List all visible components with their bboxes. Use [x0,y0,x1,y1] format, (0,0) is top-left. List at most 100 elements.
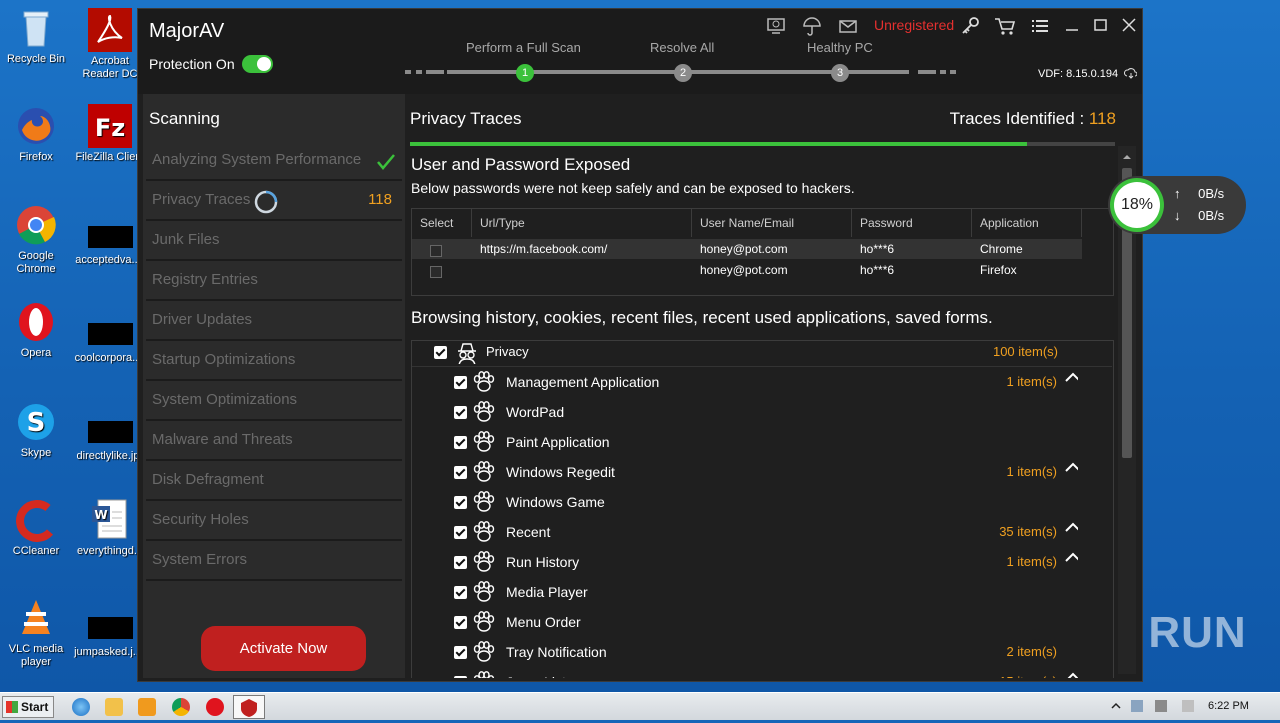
desktop-icon-ccleaner[interactable]: CCleaner [0,498,74,558]
sidebar-item-disk-defragment[interactable]: Disk Defragment [146,463,402,501]
col-application[interactable]: Application [972,209,1082,237]
table-row[interactable]: https://m.facebook.com/ honey@pot.com ho… [412,239,1082,259]
collapse-caret-icon[interactable] [1064,461,1078,475]
sidebar-item-malware-threats[interactable]: Malware and Threats [146,423,402,461]
taskbar: Start 6:22 PM [0,692,1280,720]
tree-checkbox[interactable] [454,676,467,678]
sidebar-item-junk-files[interactable]: Junk Files [146,223,402,261]
scan-screen-icon[interactable] [766,16,786,41]
scroll-up-icon[interactable] [1118,150,1136,164]
tree-item[interactable]: Media Player [412,577,1112,607]
network-tray-icon[interactable] [1131,700,1143,712]
unregistered-link[interactable]: Unregistered [874,17,954,33]
desktop-icon-chrome[interactable]: Google Chrome [0,203,74,276]
chrome-taskbar-icon[interactable] [172,698,190,716]
tree-item-label: Paint Application [506,434,610,450]
collapse-caret-icon[interactable] [1064,371,1078,385]
table-row[interactable]: honey@pot.com ho***6 Firefox [412,260,1082,280]
sidebar-item-analyzing-performance[interactable]: Analyzing System Performance [146,143,402,181]
collapse-caret-icon[interactable] [1064,521,1078,535]
tree-item[interactable]: WordPad [412,397,1112,427]
row-checkbox[interactable] [430,264,442,284]
activate-now-button[interactable]: Activate Now [201,626,366,671]
sidebar-item-security-holes[interactable]: Security Holes [146,503,402,541]
col-url[interactable]: Url/Type [472,209,692,237]
sidebar-item-system-errors[interactable]: System Errors [146,543,402,581]
collapse-caret-icon[interactable] [1064,671,1078,678]
password-table: Select Url/Type User Name/Email Password… [411,208,1114,296]
tree-checkbox[interactable] [454,376,467,389]
tree-checkbox[interactable] [454,586,467,599]
tree-item-label: Windows Regedit [506,464,615,480]
sidebar-item-privacy-traces[interactable]: Privacy Traces 118 [146,183,402,221]
col-select[interactable]: Select [412,209,472,237]
desktop-icon-label[interactable]: acceptedva... [72,254,144,266]
tree-checkbox[interactable] [454,646,467,659]
tree-checkbox[interactable] [454,406,467,419]
desktop-icon-recycle-bin[interactable]: Recycle Bin [0,6,74,66]
tree-item-count: 2 item(s) [1006,644,1057,659]
tree-checkbox[interactable] [454,466,467,479]
desktop-icon-label[interactable]: jumpasked.j... [72,646,144,658]
paw-print-icon [473,641,495,662]
umbrella-icon[interactable] [802,16,822,41]
recycle-bin-icon [14,6,58,50]
cloud-download-icon[interactable] [1124,68,1138,79]
opera-taskbar-icon[interactable] [206,698,224,716]
tree-item[interactable]: Recent 35 item(s) [412,517,1112,547]
sidebar-item-system-optimizations[interactable]: System Optimizations [146,383,402,421]
minimize-icon[interactable] [1062,16,1082,41]
results-content: User and Password Exposed Below password… [410,146,1114,678]
step-track-dash [940,70,946,74]
tree-checkbox[interactable] [454,496,467,509]
sidebar-item-registry-entries[interactable]: Registry Entries [146,263,402,301]
tree-item[interactable]: Windows Regedit 1 item(s) [412,457,1112,487]
tree-item[interactable]: Paint Application [412,427,1112,457]
tree-checkbox[interactable] [454,616,467,629]
desktop-icon-skype[interactable]: S Skype [0,400,74,460]
desktop-icon-label[interactable]: coolcorpora... [72,352,144,364]
tree-item[interactable]: Tray Notification 2 item(s) [412,637,1112,667]
tree-item-count: 100 item(s) [992,344,1058,359]
usage-ring: 18% [1110,178,1164,232]
tray-expand-icon[interactable] [1110,700,1122,712]
step-track-dash [416,70,422,74]
close-icon[interactable] [1119,16,1139,41]
desktop-icon-vlc[interactable]: VLC media player [0,596,74,669]
ie-icon[interactable] [72,698,90,716]
menu-icon[interactable] [1030,16,1050,41]
tree-item[interactable]: Run History 1 item(s) [412,547,1112,577]
tree-checkbox[interactable] [434,346,447,359]
tree-checkbox[interactable] [454,436,467,449]
desktop-icon-opera[interactable]: Opera [0,300,74,360]
media-player-icon[interactable] [138,698,156,716]
protection-toggle[interactable] [242,55,273,73]
start-button[interactable]: Start [2,696,54,718]
maximize-icon[interactable] [1090,16,1110,41]
paw-print-icon [473,431,495,452]
tree-item[interactable]: Jump List 15 item(s) [412,667,1112,678]
tree-item[interactable]: Management Application 1 item(s) [412,367,1112,397]
desktop-icon-label[interactable]: directlylike.jp [72,450,144,462]
cart-icon[interactable] [994,16,1016,41]
col-user[interactable]: User Name/Email [692,209,852,237]
tree-item-count: 15 item(s) [999,674,1057,678]
volume-tray-icon[interactable] [1155,700,1167,712]
explorer-icon[interactable] [105,698,123,716]
tree-item[interactable]: Menu Order [412,607,1112,637]
cpu-network-meter[interactable]: 18% ↑ 0B/s ↓ 0B/s [1108,176,1246,234]
tree-item[interactable]: Windows Game [412,487,1112,517]
desktop-icon-firefox[interactable]: Firefox [0,104,74,164]
mail-icon[interactable] [838,16,858,41]
majorav-taskbar-button[interactable] [233,695,265,719]
key-icon[interactable] [960,16,980,41]
sidebar-item-driver-updates[interactable]: Driver Updates [146,303,402,341]
tray-app-icon[interactable] [1182,700,1194,712]
col-password[interactable]: Password [852,209,972,237]
tree-checkbox[interactable] [454,556,467,569]
clock[interactable]: 6:22 PM [1208,700,1249,712]
sidebar-item-startup-optimizations[interactable]: Startup Optimizations [146,343,402,381]
tree-checkbox[interactable] [454,526,467,539]
collapse-caret-icon[interactable] [1064,551,1078,565]
tree-root-privacy[interactable]: Privacy 100 item(s) [412,337,1112,367]
